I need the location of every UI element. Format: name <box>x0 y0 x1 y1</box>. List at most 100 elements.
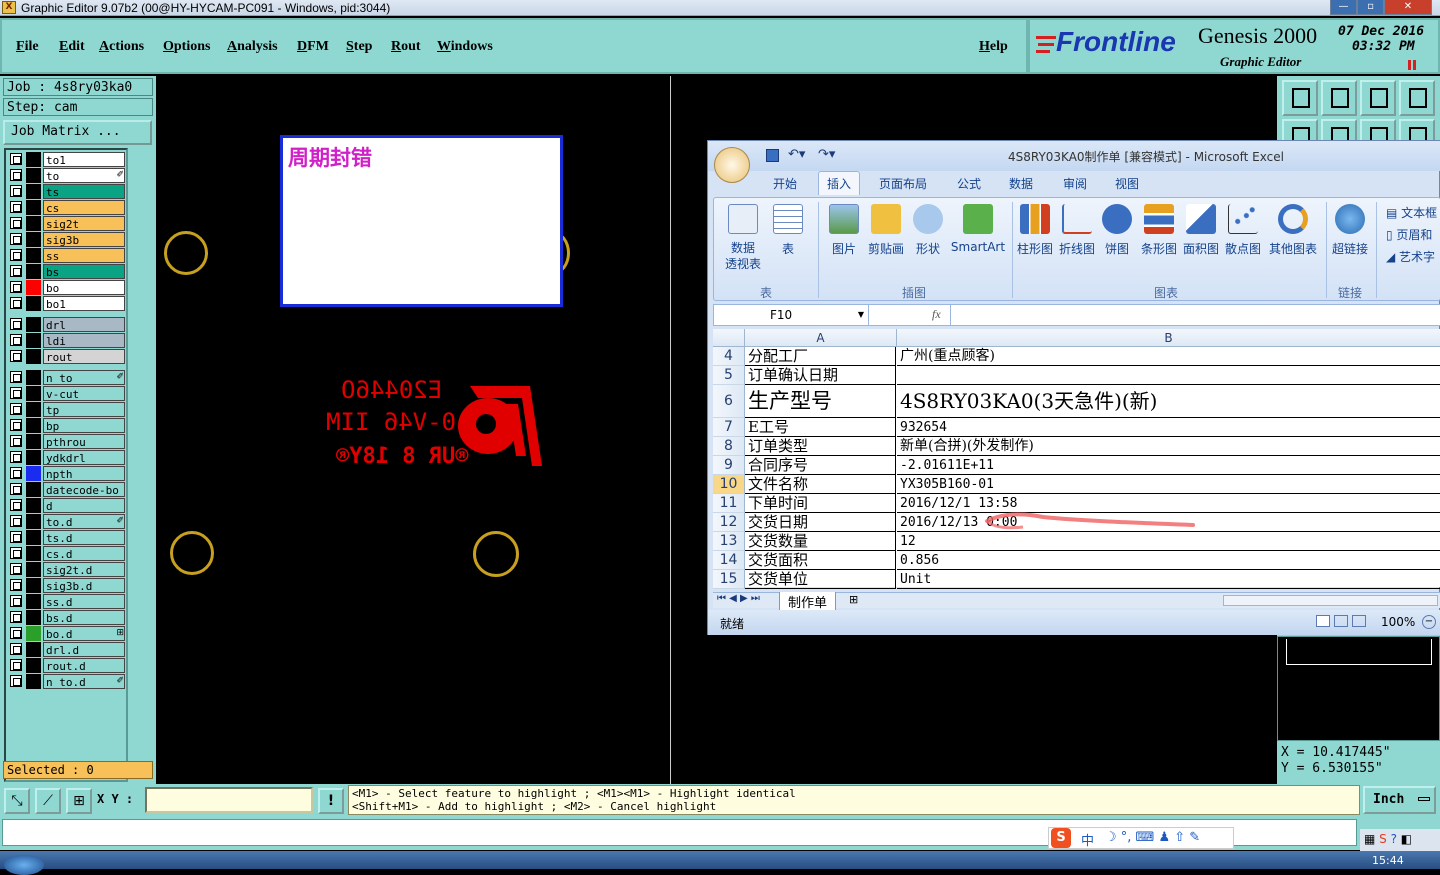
row-header[interactable]: 15 <box>713 570 745 589</box>
row-header[interactable]: 6 <box>713 385 745 418</box>
shapes-button[interactable]: 形状 <box>910 204 946 257</box>
view-layout-icon[interactable] <box>1334 615 1348 627</box>
layer-checkbox[interactable] <box>10 563 22 575</box>
layer-row[interactable]: pthrou <box>8 434 126 449</box>
layer-checkbox[interactable] <box>10 515 22 527</box>
header-footer-button[interactable]: ▯ 页眉和 <box>1386 226 1432 243</box>
cell-label[interactable]: 下单时间 <box>745 494 896 513</box>
layer-color-swatch[interactable] <box>26 317 41 332</box>
maximize-button[interactable]: ▫ <box>1357 0 1384 15</box>
select-all-corner[interactable] <box>713 329 745 347</box>
line-chart-button[interactable]: 折线图 <box>1058 204 1096 257</box>
layer-color-swatch[interactable] <box>26 200 41 215</box>
layer-checkbox[interactable] <box>10 233 22 245</box>
layer-name[interactable]: sig3b.d <box>43 578 125 593</box>
layer-color-swatch[interactable] <box>26 610 41 625</box>
menu-edit[interactable]: Edit <box>59 39 85 55</box>
picture-button[interactable]: 图片 <box>826 204 862 257</box>
ime-mode[interactable]: 中 <box>1081 830 1094 849</box>
layer-checkbox[interactable] <box>10 350 22 362</box>
layer-row[interactable]: ts <box>8 184 126 199</box>
start-button[interactable] <box>4 855 44 875</box>
row-header[interactable]: 4 <box>713 347 745 366</box>
menu-file[interactable]: File <box>16 39 39 55</box>
scatter-chart-button[interactable]: 散点图 <box>1224 204 1262 257</box>
layer-row[interactable]: to ✐ <box>8 168 126 183</box>
annotation-note[interactable]: 周期封错 <box>280 135 563 307</box>
layer-checkbox[interactable] <box>10 547 22 559</box>
tray-area[interactable]: ▦ S ? ◧ <box>1360 829 1440 851</box>
layer-checkbox[interactable] <box>10 643 22 655</box>
layer-row[interactable]: n_to.d ✐ <box>8 674 126 689</box>
close-button[interactable]: ✕ <box>1384 0 1432 15</box>
layer-checkbox[interactable] <box>10 435 22 447</box>
layer-row[interactable]: d <box>8 498 126 513</box>
ribbon-tab-home[interactable]: 开始 <box>773 175 797 192</box>
layer-name[interactable]: rout.d <box>43 658 125 673</box>
row-header[interactable]: 14 <box>713 551 745 570</box>
layer-color-swatch[interactable] <box>26 530 41 545</box>
layer-name[interactable]: rout <box>43 349 125 364</box>
layer-color-swatch[interactable] <box>26 578 41 593</box>
layer-checkbox[interactable] <box>10 499 22 511</box>
layer-name[interactable]: ss.d <box>43 594 125 609</box>
layer-color-swatch[interactable] <box>26 264 41 279</box>
column-header-a[interactable]: A <box>745 329 897 347</box>
hyperlink-button[interactable]: 超链接 <box>1330 204 1370 257</box>
cell-value[interactable]: 0.856 <box>897 551 1440 570</box>
layer-row[interactable]: rout.d <box>8 658 126 673</box>
xy-input[interactable] <box>145 787 313 813</box>
cell-label[interactable]: 订单确认日期 <box>745 366 896 385</box>
layer-name[interactable]: ldi <box>43 333 125 348</box>
layer-checkbox[interactable] <box>10 334 22 346</box>
layer-checkbox[interactable] <box>10 419 22 431</box>
ribbon-tab-view[interactable]: 视图 <box>1115 175 1139 192</box>
layer-row[interactable]: bo <box>8 280 126 295</box>
cell-value[interactable]: 12 <box>897 532 1440 551</box>
layer-name[interactable]: tp <box>43 402 125 417</box>
layer-name[interactable]: npth <box>43 466 125 481</box>
other-charts-button[interactable]: 其他图表 <box>1266 204 1320 257</box>
layer-name[interactable]: bp <box>43 418 125 433</box>
layer-checkbox[interactable] <box>10 153 22 165</box>
menu-rout[interactable]: Rout <box>391 39 421 55</box>
layer-color-swatch[interactable] <box>26 642 41 657</box>
layer-checkbox[interactable] <box>10 579 22 591</box>
insert-sheet-icon[interactable]: ⊞ <box>849 593 858 606</box>
layer-name[interactable]: bo.d <box>43 626 125 641</box>
cell-label[interactable]: 交货面积 <box>745 551 896 570</box>
ribbon-tab-insert[interactable]: 插入 <box>818 171 861 195</box>
menu-windows[interactable]: Windows <box>437 39 493 55</box>
layer-row[interactable]: sig2t.d <box>8 562 126 577</box>
layer-color-swatch[interactable] <box>26 248 41 263</box>
column-header-b[interactable]: B <box>897 329 1440 347</box>
units-selector[interactable]: Inch <box>1363 786 1436 814</box>
formula-input[interactable] <box>950 305 1440 325</box>
layer-name[interactable]: ydkdrl <box>43 450 125 465</box>
row-header[interactable]: 7 <box>713 418 745 437</box>
layer-color-swatch[interactable] <box>26 594 41 609</box>
layer-color-swatch[interactable] <box>26 482 41 497</box>
table-button[interactable]: 表 <box>770 204 806 257</box>
menu-options[interactable]: Options <box>163 39 210 55</box>
view-pagebreak-icon[interactable] <box>1352 615 1366 627</box>
area-chart-button[interactable]: 面积图 <box>1182 204 1220 257</box>
layer-color-swatch[interactable] <box>26 280 41 295</box>
layer-checkbox[interactable] <box>10 169 22 181</box>
layer-name[interactable]: bo1 <box>43 296 125 311</box>
ime-toolbar[interactable]: S 中 ☽ °, ⌨ ♟ ⇧ ✎ <box>1048 827 1234 849</box>
layer-name[interactable]: to1 <box>43 152 125 167</box>
layer-checkbox[interactable] <box>10 627 22 639</box>
layer-color-swatch[interactable] <box>26 562 41 577</box>
layer-name[interactable]: datecode-bo <box>43 482 125 497</box>
smartart-button[interactable]: SmartArt <box>950 204 1006 254</box>
cell-value[interactable]: Unit <box>897 570 1440 589</box>
layer-row[interactable]: sig3b.d <box>8 578 126 593</box>
layer-name[interactable]: to.d <box>43 514 125 529</box>
layer-color-swatch[interactable] <box>26 658 41 673</box>
zoom-out-icon[interactable]: − <box>1422 615 1436 629</box>
layer-row[interactable]: n_to ✐ <box>8 370 126 385</box>
layer-name[interactable]: drl.d <box>43 642 125 657</box>
row-header[interactable]: 11 <box>713 494 745 513</box>
layer-color-swatch[interactable] <box>26 216 41 231</box>
